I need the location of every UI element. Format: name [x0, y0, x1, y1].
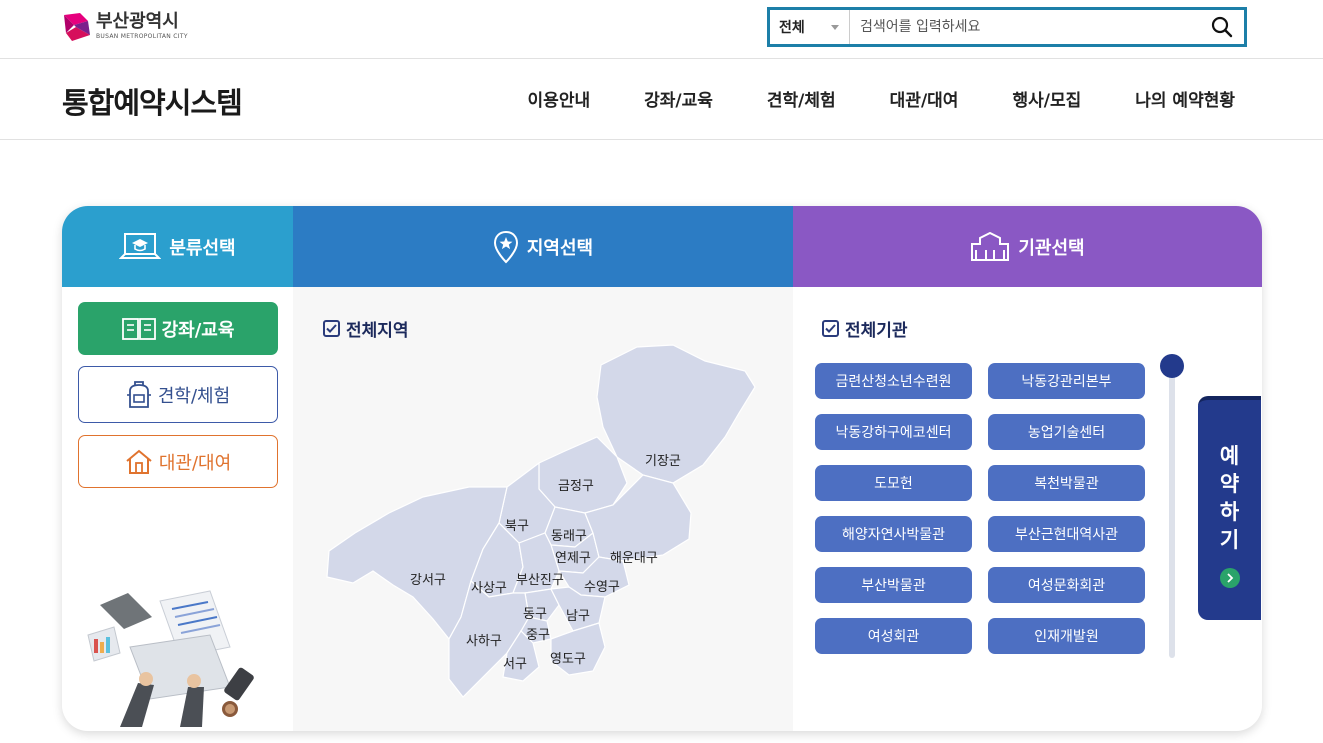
logo-name-en: BUSAN METROPOLITAN CITY	[96, 33, 188, 40]
map-pin-icon	[493, 230, 518, 263]
category-header: 분류선택	[62, 206, 293, 287]
house-icon	[126, 449, 152, 474]
nav-item-my-reservation[interactable]: 나의 예약현황	[1135, 86, 1235, 111]
category-tour-label: 견학/체험	[157, 385, 231, 407]
institution-button[interactable]: 인재개발원	[988, 618, 1145, 654]
district-label-suyeong[interactable]: 수영구	[584, 580, 620, 595]
category-column: 강좌/교육 견학/체험 대관/대여	[62, 287, 293, 731]
open-book-icon	[121, 317, 156, 340]
reserve-char: 예	[1219, 444, 1240, 468]
category-lecture-button[interactable]: 강좌/교육	[78, 302, 278, 355]
busan-district-map: 기장군 금정구 북구 동래구 연제구 해운대구 강서구 사상구 부산진구 수영구…	[326, 344, 756, 698]
top-bar: 부산광역시 BUSAN METROPOLITAN CITY 전체	[0, 0, 1323, 59]
district-label-dong[interactable]: 동구	[523, 607, 547, 622]
institution-button[interactable]: 부산박물관	[815, 567, 972, 603]
main-nav-bar: 통합예약시스템 이용안내 강좌/교육 견학/체험 대관/대여 행사/모집 나의 …	[0, 59, 1323, 140]
reserve-char: 기	[1219, 528, 1240, 552]
busan-logo[interactable]: 부산광역시 BUSAN METROPOLITAN CITY	[62, 11, 188, 45]
institution-button[interactable]: 농업기술센터	[988, 414, 1145, 450]
laptop-desk-illustration	[87, 590, 254, 727]
main-nav: 이용안내 강좌/교육 견학/체험 대관/대여 행사/모집 나의 예약현황	[474, 86, 1235, 111]
district-label-jung[interactable]: 중구	[526, 628, 550, 643]
nav-item-tour[interactable]: 견학/체험	[767, 86, 836, 111]
category-lecture-label: 강좌/교육	[161, 319, 235, 341]
checkbox-icon	[822, 320, 839, 337]
district-label-yeongdo[interactable]: 영도구	[550, 652, 586, 667]
district-label-sasang[interactable]: 사상구	[471, 581, 507, 596]
logo-name-ko: 부산광역시	[96, 11, 179, 32]
district-label-nam[interactable]: 남구	[566, 609, 590, 624]
institution-button[interactable]: 낙동강관리본부	[988, 363, 1145, 399]
reservation-panel: 분류선택 지역선택 기관선택 강좌/교육 견학/체험 대관/대여 전체지역 기장…	[62, 206, 1262, 731]
graduation-monitor-icon	[119, 232, 162, 259]
district-label-yeonje[interactable]: 연제구	[555, 551, 591, 566]
district-label-busanjin[interactable]: 부산진구	[516, 573, 564, 588]
nav-item-event[interactable]: 행사/모집	[1012, 86, 1081, 111]
region-header-title: 지역선택	[526, 237, 594, 259]
nav-item-rental[interactable]: 대관/대여	[890, 86, 959, 111]
category-rental-label: 대관/대여	[158, 452, 232, 474]
busan-logo-icon	[64, 13, 90, 41]
search-scope-value: 전체	[779, 20, 805, 36]
district-label-saha[interactable]: 사하구	[466, 634, 502, 649]
institution-header-title: 기관선택	[1018, 237, 1085, 259]
district-label-gangseo[interactable]: 강서구	[410, 573, 446, 588]
institution-button[interactable]: 여성문화회관	[988, 567, 1145, 603]
institution-scrollbar-track[interactable]	[1169, 363, 1175, 658]
district-label-seo[interactable]: 서구	[503, 657, 527, 672]
district-label-buk[interactable]: 북구	[505, 519, 529, 534]
search-icon	[1211, 16, 1233, 38]
nav-item-lecture[interactable]: 강좌/교육	[644, 86, 713, 111]
chevron-right-icon	[1219, 568, 1240, 588]
all-institutions-checkbox[interactable]: 전체기관	[822, 316, 908, 341]
district-label-haeundae[interactable]: 해운대구	[610, 551, 658, 566]
category-header-title: 분류선택	[169, 237, 236, 259]
search-scope-select[interactable]: 전체	[770, 10, 850, 44]
chevron-down-icon	[831, 25, 839, 30]
institution-button[interactable]: 금련산청소년수련원	[815, 363, 972, 399]
search-bar: 전체	[767, 7, 1247, 47]
reserve-char: 약	[1219, 472, 1240, 496]
search-input[interactable]	[850, 10, 1200, 44]
institution-scrollbar-thumb[interactable]	[1160, 354, 1184, 378]
site-title[interactable]: 통합예약시스템	[62, 80, 243, 122]
institution-column: 전체기관 금련산청소년수련원 낙동강관리본부 낙동강하구에코센터 농업기술센터 …	[793, 287, 1262, 731]
reserve-char: 하	[1219, 500, 1240, 524]
institution-header: 기관선택	[793, 206, 1262, 287]
category-tour-button[interactable]: 견학/체험	[78, 366, 278, 423]
region-header: 지역선택	[293, 206, 793, 287]
institution-button[interactable]: 도모헌	[815, 465, 972, 501]
institution-button[interactable]: 부산근현대역사관	[988, 516, 1145, 552]
institution-button[interactable]: 해양자연사박물관	[815, 516, 972, 552]
district-label-geumjeong[interactable]: 금정구	[558, 479, 594, 494]
all-institutions-label: 전체기관	[845, 321, 908, 341]
institution-button[interactable]: 복천박물관	[988, 465, 1145, 501]
district-label-dongnae[interactable]: 동래구	[551, 529, 587, 544]
district-yeongdo-shape	[550, 622, 606, 676]
search-button[interactable]	[1200, 10, 1244, 44]
district-label-gijang[interactable]: 기장군	[645, 454, 681, 469]
region-column: 전체지역 기장군 금정구 북구 동래구 연제구 해운대구 강서구 사상구 부산진…	[293, 287, 793, 731]
institution-button[interactable]: 여성회관	[815, 618, 972, 654]
reserve-button[interactable]: 예 약 하 기	[1198, 396, 1261, 620]
category-rental-button[interactable]: 대관/대여	[78, 435, 278, 488]
institution-button[interactable]: 낙동강하구에코센터	[815, 414, 972, 450]
backpack-icon	[126, 380, 151, 408]
nav-item-guide[interactable]: 이용안내	[528, 86, 591, 111]
building-icon	[971, 231, 1010, 261]
